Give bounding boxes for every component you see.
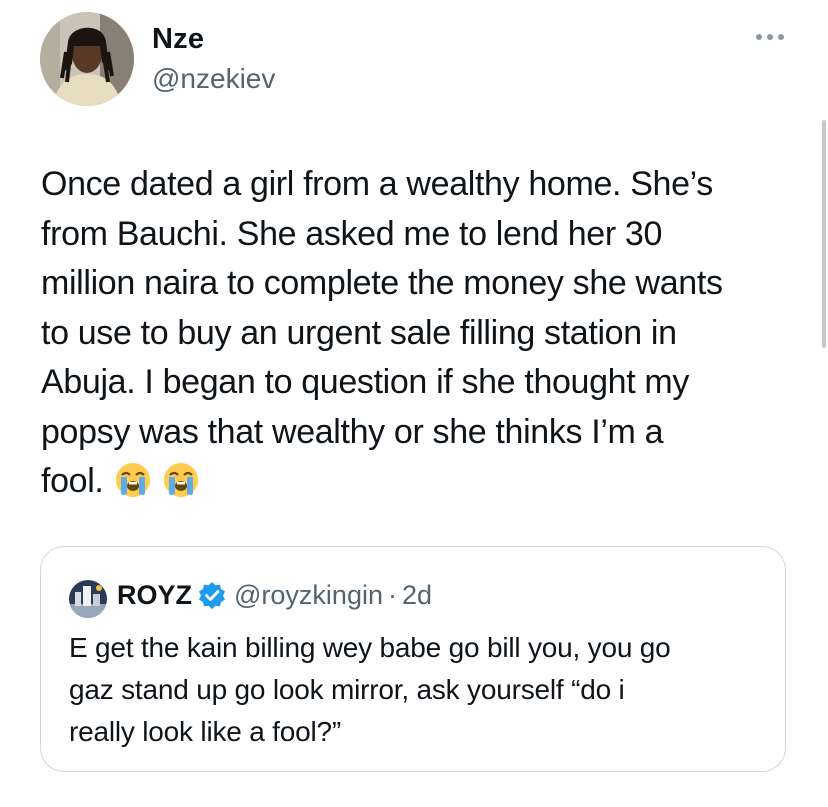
author-handle[interactable]: @nzekiev [152, 63, 275, 95]
tweet-text: Once dated a girl from a wealthy home. S… [41, 165, 723, 500]
author-avatar[interactable] [40, 12, 134, 106]
quoted-tweet-text: E get the kain billing wey babe go bill … [69, 632, 671, 747]
scrollbar[interactable] [822, 120, 826, 348]
quoted-author-avatar[interactable] [69, 580, 107, 618]
more-horizontal-icon [756, 34, 784, 40]
quoted-tweet-header: ROYZ @royzkingin · 2d [117, 575, 432, 615]
more-options-button[interactable] [752, 26, 788, 48]
author-display-name[interactable]: Nze [152, 22, 204, 56]
quoted-display-name[interactable]: ROYZ [117, 580, 192, 611]
tweet-body: Once dated a girl from a wealthy home. S… [41, 160, 811, 507]
verified-badge-icon [198, 581, 226, 609]
separator-dot: · [387, 579, 397, 610]
loudly-crying-face-icon [114, 461, 152, 499]
quoted-handle[interactable]: @royzkingin [234, 580, 383, 611]
quoted-timestamp[interactable]: 2d [402, 580, 432, 611]
loudly-crying-face-icon [162, 461, 200, 499]
quoted-tweet-card[interactable]: ROYZ @royzkingin · 2d E get the kain bil… [40, 546, 786, 772]
